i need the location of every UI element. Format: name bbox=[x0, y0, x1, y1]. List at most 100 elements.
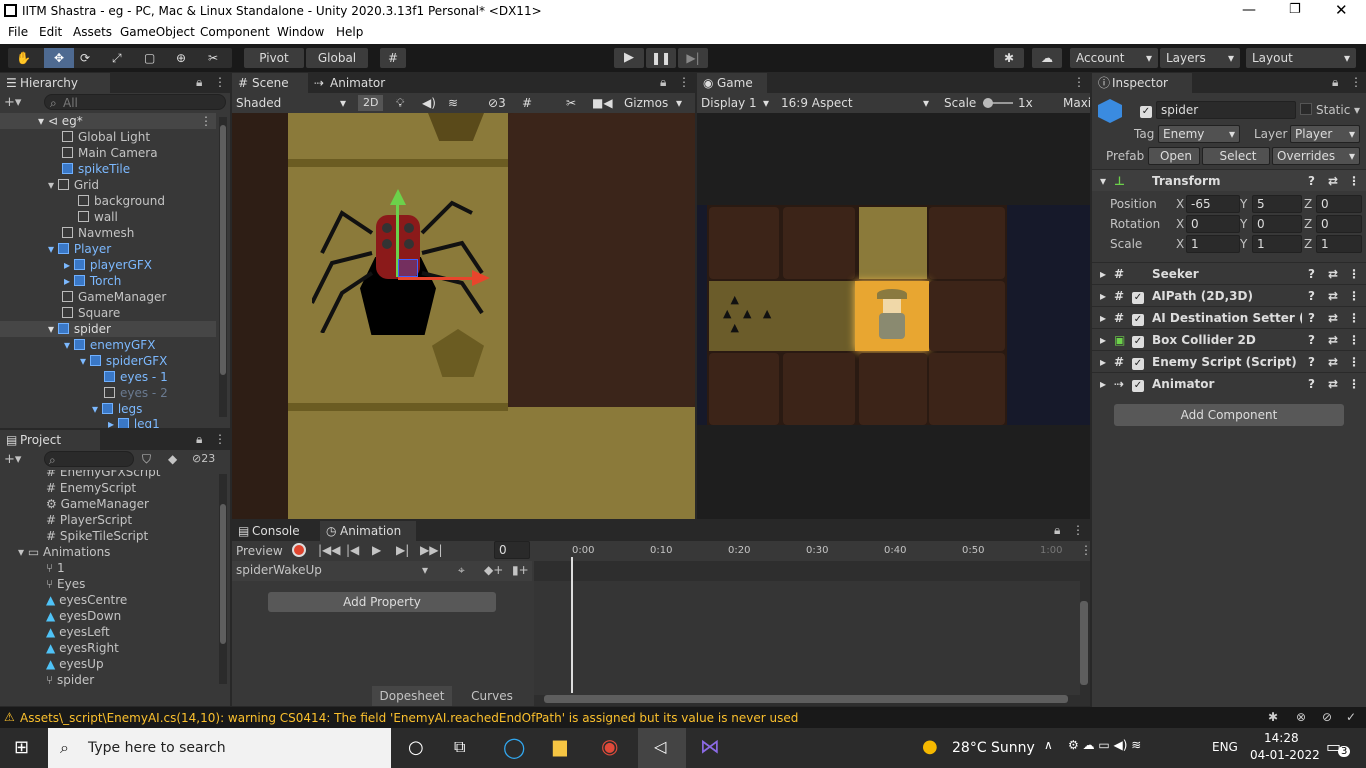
grid-icon[interactable]: # bbox=[522, 93, 532, 113]
add-keyframe-icon[interactable]: ⌖ bbox=[458, 563, 465, 578]
display-dropdown[interactable]: Display 1 bbox=[701, 93, 757, 113]
visual-studio-icon[interactable]: ⋈ bbox=[700, 734, 720, 758]
scale-y-field[interactable]: 1 bbox=[1252, 235, 1302, 253]
kebab-menu-icon[interactable]: ⋮ bbox=[678, 75, 690, 89]
vertical-scrollbar[interactable] bbox=[1080, 601, 1088, 685]
dopesheet-tab[interactable]: Dopesheet bbox=[372, 686, 452, 706]
lock-icon[interactable]: 🔒︎ bbox=[196, 75, 202, 90]
slider-thumb[interactable] bbox=[983, 98, 993, 108]
scrollbar[interactable] bbox=[219, 117, 227, 417]
play-button[interactable]: ▶ bbox=[614, 48, 644, 68]
list-item[interactable]: ▾ Player bbox=[48, 241, 111, 257]
horizontal-scrollbar[interactable] bbox=[544, 695, 1068, 703]
debug-icon[interactable]: ✱ bbox=[1268, 710, 1278, 724]
kebab-menu-icon[interactable]: ⋮ bbox=[214, 75, 226, 89]
list-item[interactable]: ▾ ▭ Animations bbox=[18, 544, 110, 560]
hierarchy-search-input[interactable]: ⌕ All bbox=[44, 94, 226, 110]
create-button[interactable]: +▾ bbox=[4, 452, 21, 467]
windows-start-icon[interactable]: ⊞ bbox=[14, 737, 29, 758]
edge-icon[interactable]: ◯ bbox=[503, 735, 525, 759]
list-item[interactable]: ⑂ Eyes bbox=[46, 576, 85, 592]
list-item[interactable]: # PlayerScript bbox=[46, 512, 132, 528]
lock-icon[interactable]: 🔒︎ bbox=[660, 75, 666, 90]
add-event-icon[interactable]: ▮+ bbox=[512, 563, 529, 577]
list-item[interactable]: # SpikeTileScript bbox=[46, 528, 148, 544]
clock-time[interactable]: 14:28 bbox=[1264, 731, 1299, 745]
menu-component[interactable]: Component bbox=[200, 25, 270, 39]
lock-icon[interactable]: 🔒︎ bbox=[1332, 75, 1338, 90]
effects-icon[interactable]: ≋ bbox=[448, 93, 458, 113]
move-tool-icon[interactable]: ✥ bbox=[44, 48, 74, 68]
add-key-icon[interactable]: ◆+ bbox=[484, 563, 503, 577]
minimize-button[interactable]: — bbox=[1242, 2, 1256, 18]
gizmos-dropdown[interactable]: Gizmos bbox=[624, 93, 668, 113]
list-item[interactable]: GameManager bbox=[62, 289, 166, 305]
y-arrow-gizmo[interactable] bbox=[390, 189, 406, 205]
add-property-button[interactable]: Add Property bbox=[268, 592, 496, 612]
tag-dropdown[interactable]: Enemy ▾ bbox=[1158, 125, 1240, 143]
list-item[interactable]: background bbox=[78, 193, 165, 209]
create-button[interactable]: +▾ bbox=[4, 95, 21, 110]
list-item[interactable]: ⑂ 1 bbox=[46, 560, 65, 576]
list-item[interactable]: ▸ Torch bbox=[64, 273, 121, 289]
tab-inspector[interactable]: ⓘ Inspector bbox=[1092, 73, 1192, 93]
list-item[interactable]: ▾ legs bbox=[92, 401, 142, 417]
kebab-menu-icon[interactable]: ⋮ bbox=[1073, 75, 1085, 89]
restore-button[interactable]: ❐ bbox=[1289, 2, 1301, 17]
list-item[interactable]: eyes - 2 bbox=[104, 385, 168, 401]
cortana-icon[interactable]: ○ bbox=[408, 737, 424, 758]
list-item[interactable]: ▾ enemyGFX bbox=[64, 337, 155, 353]
static-checkbox[interactable] bbox=[1300, 103, 1312, 115]
open-button[interactable]: Open bbox=[1148, 147, 1200, 165]
tab-animator[interactable]: ⇢ Animator bbox=[308, 73, 398, 93]
prev-keyframe-button[interactable]: |◀ bbox=[346, 543, 359, 557]
component-ai-destination-setter[interactable]: ▸#✓AI Destination Setter (Scr?⇄⋮ bbox=[1092, 306, 1366, 328]
kebab-menu-icon[interactable]: ⋮ bbox=[1350, 75, 1362, 89]
list-item[interactable]: ▾ spiderGFX bbox=[80, 353, 167, 369]
x-arrow-gizmo[interactable] bbox=[472, 270, 490, 286]
frame-field[interactable]: 0 bbox=[494, 541, 530, 559]
tray-chevron-up-icon[interactable]: ∧ bbox=[1044, 738, 1053, 752]
camera-icon[interactable]: ■◀ bbox=[592, 93, 613, 113]
position-y-field[interactable]: 5 bbox=[1252, 195, 1302, 213]
layer-dropdown[interactable]: Player ▾ bbox=[1290, 125, 1360, 143]
tray-icons[interactable]: ⚙ ☁ ▭ ◀) ≋ bbox=[1068, 738, 1141, 752]
layout-dropdown[interactable]: Layout ▾ bbox=[1246, 48, 1356, 68]
pivot-button[interactable]: Pivot bbox=[244, 48, 304, 68]
tab-animation[interactable]: ◷ Animation bbox=[320, 521, 416, 541]
global-button[interactable]: Global bbox=[306, 48, 368, 68]
kebab-menu-icon[interactable]: ⋮ bbox=[214, 432, 226, 446]
clock-date[interactable]: 04-01-2022 bbox=[1250, 748, 1320, 762]
tab-game[interactable]: ◉ Game bbox=[697, 73, 767, 93]
2d-toggle[interactable]: 2D bbox=[358, 95, 384, 111]
close-button[interactable]: ✕ bbox=[1335, 1, 1348, 19]
list-item-selected[interactable]: ▾ spider bbox=[0, 321, 216, 337]
list-item[interactable]: # EnemyGFXScript bbox=[46, 470, 160, 480]
add-component-button[interactable]: Add Component bbox=[1114, 404, 1344, 426]
menu-help[interactable]: Help bbox=[336, 25, 363, 39]
dopesheet-area[interactable] bbox=[534, 581, 1080, 695]
weather-text[interactable]: 28°C Sunny bbox=[952, 740, 1035, 756]
record-button[interactable] bbox=[292, 543, 306, 557]
filter-type-icon[interactable]: ⛉ bbox=[142, 452, 151, 467]
component-enemy-script[interactable]: ▸ # ✓ Enemy Script (Script)? ⇄ ⋮ bbox=[1092, 350, 1366, 372]
tab-console[interactable]: ▤ Console bbox=[232, 521, 318, 541]
progress-icon[interactable]: ✓ bbox=[1346, 710, 1356, 724]
curves-tab[interactable]: Curves bbox=[452, 686, 532, 706]
rotation-y-field[interactable]: 0 bbox=[1252, 215, 1302, 233]
x-axis-gizmo[interactable] bbox=[398, 277, 474, 280]
list-item[interactable]: ▸ playerGFX bbox=[64, 257, 152, 273]
menu-file[interactable]: File bbox=[8, 25, 28, 39]
preview-toggle[interactable]: Preview bbox=[236, 543, 283, 559]
baking-icon[interactable]: ⊗ bbox=[1296, 710, 1306, 724]
custom-tool-icon[interactable]: ✂ bbox=[208, 48, 218, 68]
label-icon[interactable]: ◆ bbox=[168, 452, 177, 466]
list-item[interactable]: ⚙ GameManager bbox=[46, 496, 149, 512]
position-x-field[interactable]: -65 bbox=[1186, 195, 1240, 213]
lock-icon[interactable]: 🔒︎ bbox=[1054, 523, 1060, 538]
list-item[interactable]: wall bbox=[78, 209, 118, 225]
task-view-icon[interactable]: ⧉ bbox=[454, 737, 465, 757]
scene-viewport[interactable] bbox=[232, 113, 695, 519]
scrollbar-thumb[interactable] bbox=[220, 504, 226, 644]
collab-icon[interactable]: ✱ bbox=[994, 48, 1024, 68]
